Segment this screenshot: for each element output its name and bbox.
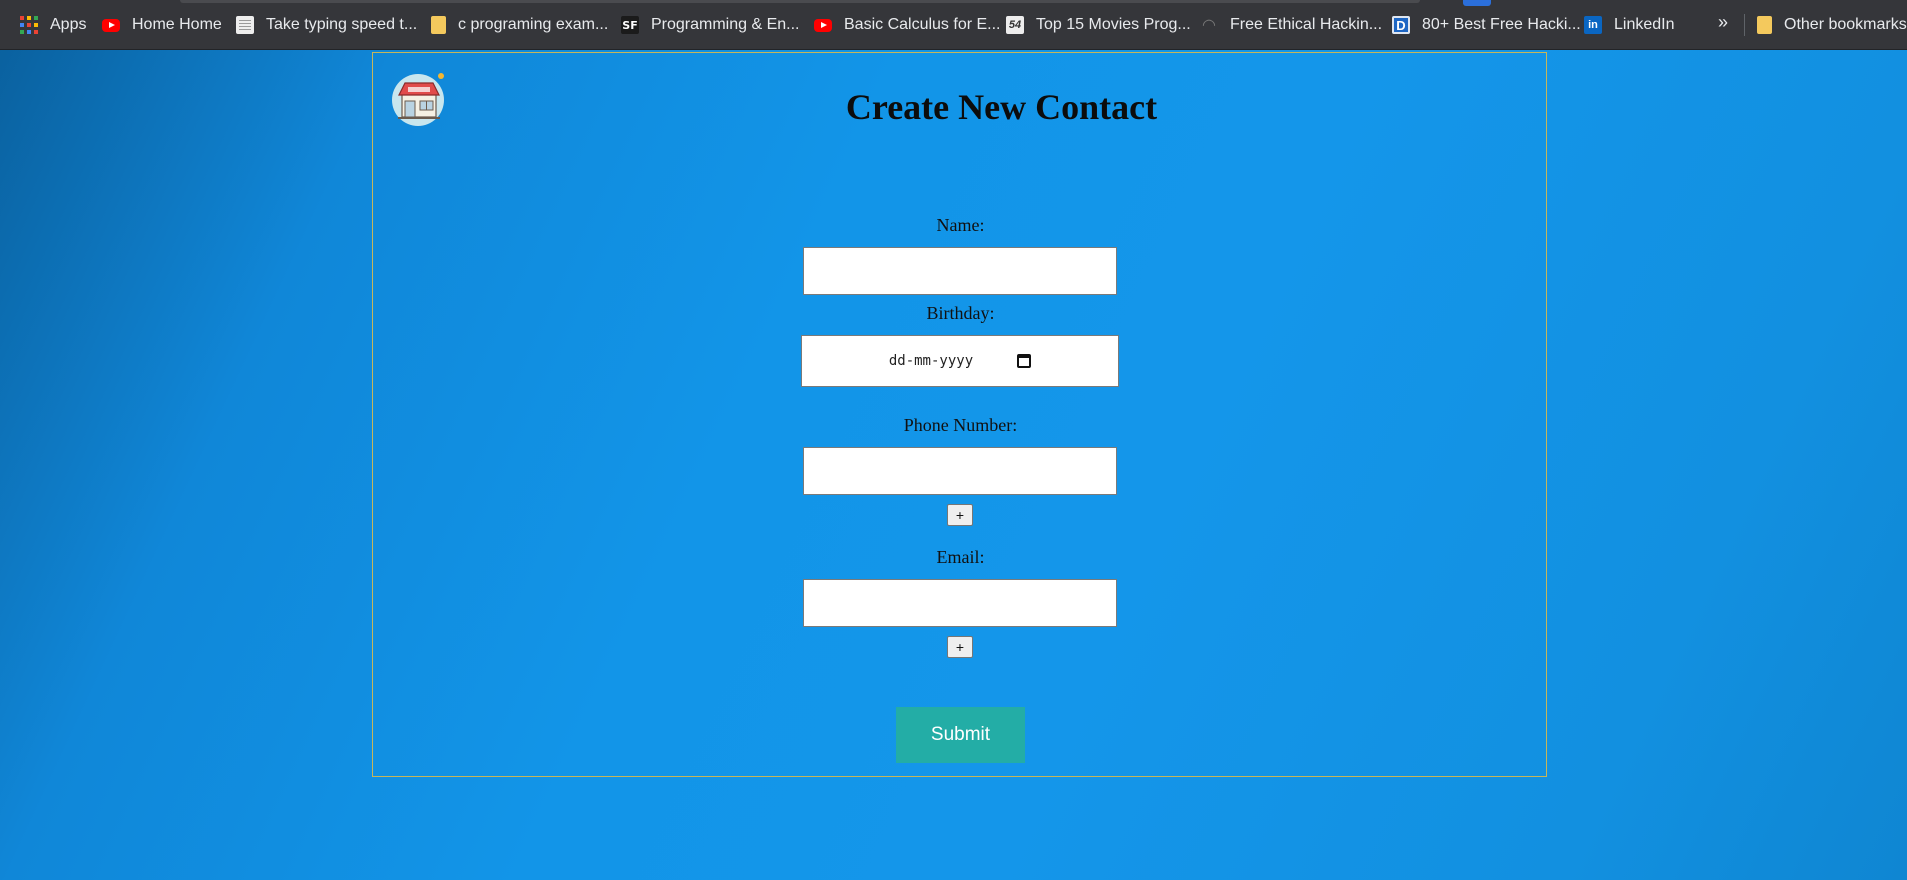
bookmark-label: Other bookmarks (1784, 16, 1907, 33)
sf-icon: SF (621, 16, 639, 34)
bookmark-c-programing[interactable]: c programing exam... (431, 13, 608, 37)
birthday-label: Birthday: (926, 303, 995, 323)
calendar-icon[interactable] (1017, 354, 1032, 368)
bookmark-label: Programming & En... (651, 16, 800, 33)
bookmark-label: Take typing speed t... (266, 16, 418, 33)
bookmark-label: Free Ethical Hackin... (1230, 16, 1383, 33)
page-title: Create New Contact (845, 87, 1158, 127)
birthday-date-input[interactable]: dd-mm-yyyy (801, 335, 1119, 387)
bookmark-basic-calculus[interactable]: Basic Calculus for E... (814, 13, 1001, 37)
youtube-icon (102, 18, 120, 32)
bookmark-free-ethical-hacking[interactable]: ◠ Free Ethical Hackin... (1200, 13, 1382, 37)
name-label: Name: (936, 215, 985, 235)
add-email-button[interactable]: + (947, 636, 973, 658)
bookmark-label: Basic Calculus for E... (844, 16, 1001, 33)
folder-icon (431, 16, 446, 34)
folder-icon (1757, 16, 1772, 34)
apps-grid-icon (20, 16, 38, 34)
bookmark-label: 80+ Best Free Hacki... (1422, 16, 1581, 33)
gauge-icon: ◠ (1202, 17, 1216, 34)
bookmark-label: Home Home (132, 16, 222, 33)
bookmark-label: Top 15 Movies Prog... (1036, 16, 1191, 33)
new-badge (1463, 0, 1491, 6)
name-input[interactable] (803, 247, 1117, 295)
bookmark-other-bookmarks[interactable]: Other bookmarks (1757, 13, 1907, 37)
bookmark-label: Apps (50, 16, 87, 33)
bookmark-linkedin[interactable]: in LinkedIn (1584, 13, 1675, 37)
bookmark-best-free-hacking[interactable]: D 80+ Best Free Hacki... (1392, 13, 1581, 37)
tab-strip-edge (180, 0, 1420, 3)
bookmark-apps[interactable]: Apps (20, 13, 86, 37)
bookmark-home-home[interactable]: Home Home (102, 13, 222, 37)
contact-form-panel: Create New Contact Name: Birthday: dd-mm… (372, 52, 1547, 777)
phone-input[interactable] (803, 447, 1117, 495)
site-54-icon: 54 (1006, 16, 1024, 34)
bookmark-label: LinkedIn (1614, 16, 1675, 33)
bookmarks-divider (1744, 14, 1745, 36)
submit-button[interactable]: Submit (896, 707, 1025, 763)
bookmark-typing-speed[interactable]: Take typing speed t... (236, 13, 417, 37)
email-label: Email: (936, 547, 985, 567)
document-icon (236, 16, 254, 34)
add-phone-button[interactable]: + (947, 504, 973, 526)
phone-label: Phone Number: (903, 415, 1018, 435)
d-letter-icon: D (1392, 16, 1410, 34)
bookmark-label: c programing exam... (458, 16, 609, 33)
email-input[interactable] (803, 579, 1117, 627)
bookmarks-bar: Apps Home Home Take typing speed t... c … (0, 0, 1907, 50)
bookmark-programming-en[interactable]: SF Programming & En... (621, 13, 800, 37)
bookmark-top-15-movies[interactable]: 54 Top 15 Movies Prog... (1006, 13, 1191, 37)
date-placeholder: dd-mm-yyyy (888, 353, 974, 369)
more-bookmarks-chevron[interactable]: » (1718, 12, 1728, 33)
linkedin-icon: in (1584, 16, 1602, 34)
youtube-icon (814, 18, 832, 32)
